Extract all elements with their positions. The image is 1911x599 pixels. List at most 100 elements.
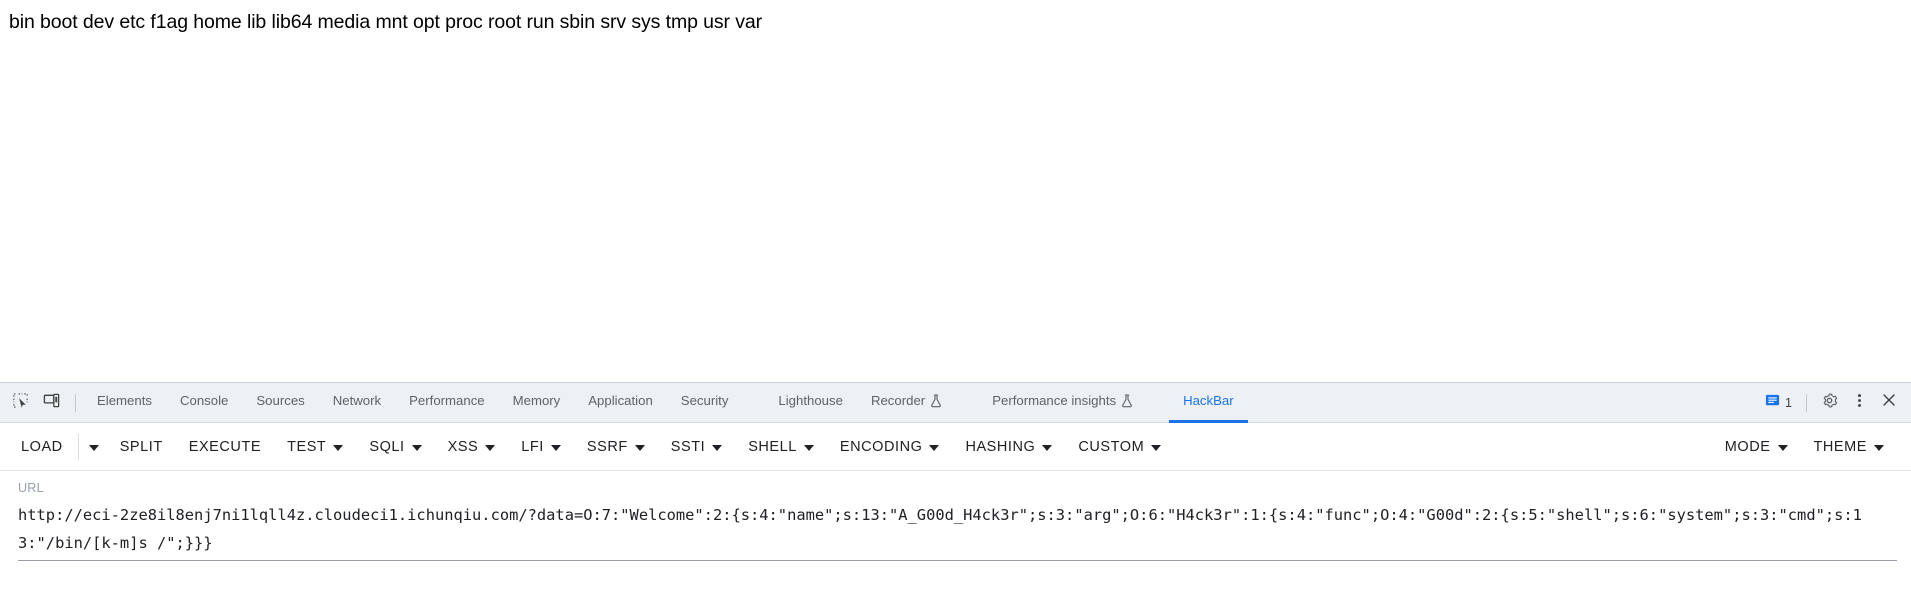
close-devtools-button[interactable] <box>1875 389 1903 417</box>
theme-label: THEME <box>1813 438 1867 455</box>
tab-lighthouse[interactable]: Lighthouse <box>764 383 857 423</box>
lfi-label: LFI <box>521 438 544 455</box>
ssti-label: SSTI <box>670 438 706 455</box>
url-field: URL http://eci-2ze8il8enj7ni1lqll4z.clou… <box>18 481 1897 561</box>
chevron-down-icon <box>1777 444 1788 451</box>
execute-label: EXECUTE <box>188 438 262 455</box>
device-toolbar-icon <box>43 392 60 414</box>
custom-label: CUSTOM <box>1078 438 1145 455</box>
url-input-underline <box>18 560 1897 561</box>
kebab-menu-icon <box>1851 392 1868 414</box>
inspect-element-icon <box>12 392 29 414</box>
close-icon <box>1881 392 1897 413</box>
chevron-down-icon <box>1874 444 1884 451</box>
devtools-tabbar-actions: 1 <box>1759 389 1911 417</box>
tab-elements[interactable]: Elements <box>83 383 166 423</box>
xss-label: XSS <box>447 438 479 455</box>
tab-label: Sources <box>256 393 305 409</box>
tab-recorder[interactable]: Recorder <box>857 383 956 423</box>
custom-menu[interactable]: CUSTOM <box>1065 432 1174 462</box>
chevron-down-icon <box>333 444 344 451</box>
chevron-down-icon <box>1042 444 1053 451</box>
theme-menu[interactable]: THEME <box>1801 432 1898 462</box>
inspect-element-button[interactable] <box>6 389 34 417</box>
experimental-flask-icon <box>1121 394 1133 408</box>
hackbar-toolbar: LOAD SPLIT EXECUTE TEST SQLI XSS LFI SSR… <box>0 423 1911 471</box>
encoding-menu[interactable]: ENCODING <box>827 432 953 462</box>
tab-label: Recorder <box>870 393 926 409</box>
url-label: URL <box>18 481 44 495</box>
devtools-tab-list: Elements Console Sources Network Perform… <box>83 383 1759 423</box>
message-icon <box>1765 393 1780 413</box>
split-label: SPLIT <box>119 438 163 455</box>
devtools-panel: Elements Console Sources Network Perform… <box>0 382 1911 599</box>
tab-label: Elements <box>97 393 152 409</box>
tab-hackbar[interactable]: HackBar <box>1169 383 1248 423</box>
sqli-menu[interactable]: SQLI <box>356 432 434 462</box>
tab-label: Security <box>680 393 729 409</box>
tab-network[interactable]: Network <box>319 383 395 423</box>
load-dropdown-button[interactable] <box>81 437 107 457</box>
tab-sources[interactable]: Sources <box>242 383 318 423</box>
hashing-label: HASHING <box>965 438 1036 455</box>
chevron-down-icon <box>929 444 940 451</box>
tab-label: HackBar <box>1183 393 1234 409</box>
ssrf-label: SSRF <box>586 438 628 455</box>
xss-menu[interactable]: XSS <box>435 432 509 462</box>
load-split-divider <box>77 433 79 460</box>
gear-icon <box>1821 392 1838 414</box>
hashing-menu[interactable]: HASHING <box>952 432 1065 462</box>
lfi-menu[interactable]: LFI <box>508 432 574 462</box>
chevron-down-icon <box>803 444 814 451</box>
tab-label: Application <box>588 393 653 409</box>
devtools-tabbar: Elements Console Sources Network Perform… <box>0 383 1911 423</box>
more-options-button[interactable] <box>1845 389 1873 417</box>
hackbar-toolbar-right: MODE THEME <box>1712 432 1897 462</box>
execute-button[interactable]: EXECUTE <box>176 432 274 462</box>
tab-label: Performance insights <box>992 393 1117 409</box>
settings-button[interactable] <box>1815 389 1843 417</box>
tab-label: Console <box>179 393 229 409</box>
encoding-label: ENCODING <box>839 438 923 455</box>
tab-label: Performance <box>409 393 485 409</box>
chevron-down-icon <box>712 444 723 451</box>
ssrf-menu[interactable]: SSRF <box>574 432 658 462</box>
tab-performance[interactable]: Performance <box>395 383 499 423</box>
test-menu[interactable]: TEST <box>274 432 356 462</box>
chevron-down-icon <box>550 444 561 451</box>
actions-divider <box>1806 393 1807 412</box>
tab-label: Network <box>332 393 382 409</box>
experimental-flask-icon <box>930 394 942 408</box>
hackbar-toolbar-left: LOAD SPLIT EXECUTE TEST SQLI XSS LFI SSR… <box>8 432 1174 462</box>
chevron-down-icon <box>485 444 496 451</box>
load-button[interactable]: LOAD <box>8 432 76 462</box>
shell-label: SHELL <box>748 438 797 455</box>
chevron-down-icon <box>88 444 99 451</box>
device-toolbar-button[interactable] <box>37 389 65 417</box>
split-button[interactable]: SPLIT <box>107 432 176 462</box>
tab-application[interactable]: Application <box>574 383 667 423</box>
test-label: TEST <box>287 438 327 455</box>
hackbar-body: URL http://eci-2ze8il8enj7ni1lqll4z.clou… <box>0 471 1911 561</box>
chevron-down-icon <box>411 444 422 451</box>
tab-memory[interactable]: Memory <box>499 383 575 423</box>
shell-menu[interactable]: SHELL <box>735 432 827 462</box>
sqli-label: SQLI <box>369 438 405 455</box>
mode-label: MODE <box>1724 438 1771 455</box>
page-body-text: bin boot dev etc f1ag home lib lib64 med… <box>9 11 763 33</box>
chevron-down-icon <box>634 444 645 451</box>
devtools-tool-icons <box>0 389 83 417</box>
tab-label: Lighthouse <box>778 393 843 409</box>
url-input[interactable]: http://eci-2ze8il8enj7ni1lqll4z.cloudeci… <box>18 501 1897 557</box>
mode-menu[interactable]: MODE <box>1712 432 1801 462</box>
chevron-down-icon <box>1151 444 1162 451</box>
tab-label: Memory <box>512 393 561 409</box>
page-viewport: bin boot dev etc f1ag home lib lib64 med… <box>0 0 1911 382</box>
tab-console[interactable]: Console <box>166 383 242 423</box>
ssti-menu[interactable]: SSTI <box>658 432 735 462</box>
load-label: LOAD <box>21 438 63 455</box>
message-count-button[interactable]: 1 <box>1759 393 1798 413</box>
tab-security[interactable]: Security <box>667 383 743 423</box>
tab-performance-insights[interactable]: Performance insights <box>978 383 1147 423</box>
message-count-label: 1 <box>1785 395 1792 410</box>
